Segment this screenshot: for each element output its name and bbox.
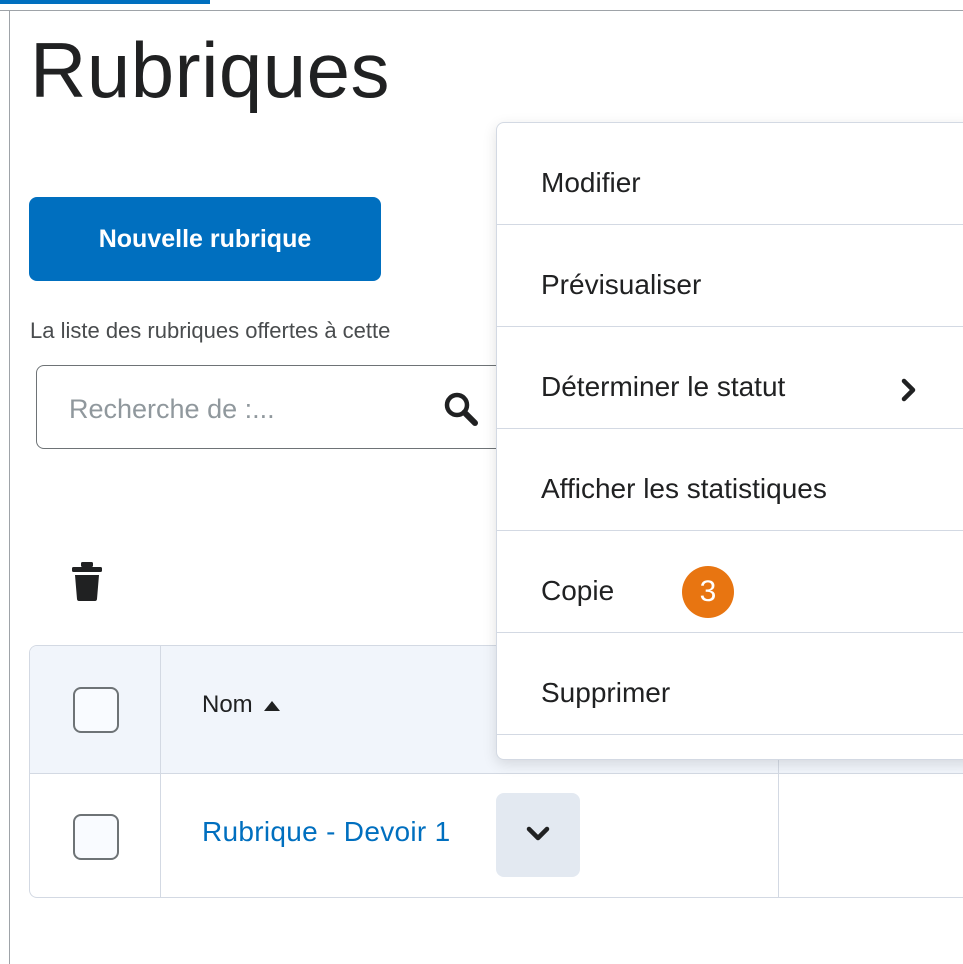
menu-item-label: Copie	[541, 575, 615, 606]
column-header-name[interactable]: Nom	[202, 691, 281, 719]
caret-up-icon	[264, 700, 281, 711]
menu-item-modifier[interactable]: Modifier	[497, 123, 963, 225]
row-actions-button[interactable]	[496, 793, 580, 877]
frame-border-top	[0, 10, 963, 11]
select-all-checkbox[interactable]	[73, 687, 119, 733]
rubric-link[interactable]: Rubrique - Devoir 1	[202, 816, 450, 848]
menu-item-label: Déterminer le statut	[541, 371, 786, 402]
menu-item-previsualiser[interactable]: Prévisualiser	[497, 225, 963, 327]
trash-icon[interactable]	[70, 560, 104, 602]
menu-item-determiner-statut[interactable]: Déterminer le statut	[497, 327, 963, 429]
chevron-down-icon	[526, 826, 550, 841]
column-divider	[160, 646, 161, 897]
row-checkbox[interactable]	[73, 814, 119, 860]
menu-item-label: Supprimer	[541, 677, 671, 708]
frame-border-left	[9, 10, 10, 964]
search-box	[36, 365, 516, 449]
chevron-right-icon	[901, 378, 916, 402]
menu-item-label: Afficher les statistiques	[541, 473, 827, 504]
column-header-name-label: Nom	[202, 691, 253, 718]
menu-item-label: Modifier	[541, 167, 641, 198]
context-menu: Modifier Prévisualiser Déterminer le sta…	[496, 122, 963, 760]
search-icon[interactable]	[442, 390, 480, 428]
page-title: Rubriques	[30, 26, 391, 114]
menu-item-label: Prévisualiser	[541, 269, 702, 300]
menu-item-afficher-statistiques[interactable]: Afficher les statistiques	[497, 429, 963, 531]
new-rubric-button[interactable]: Nouvelle rubrique	[29, 197, 381, 281]
page-description: La liste des rubriques offertes à cette	[30, 318, 391, 343]
callout-badge: 3	[682, 566, 734, 618]
search-input[interactable]	[67, 388, 431, 430]
menu-item-supprimer[interactable]: Supprimer	[497, 633, 963, 735]
top-accent-bar	[0, 0, 210, 4]
